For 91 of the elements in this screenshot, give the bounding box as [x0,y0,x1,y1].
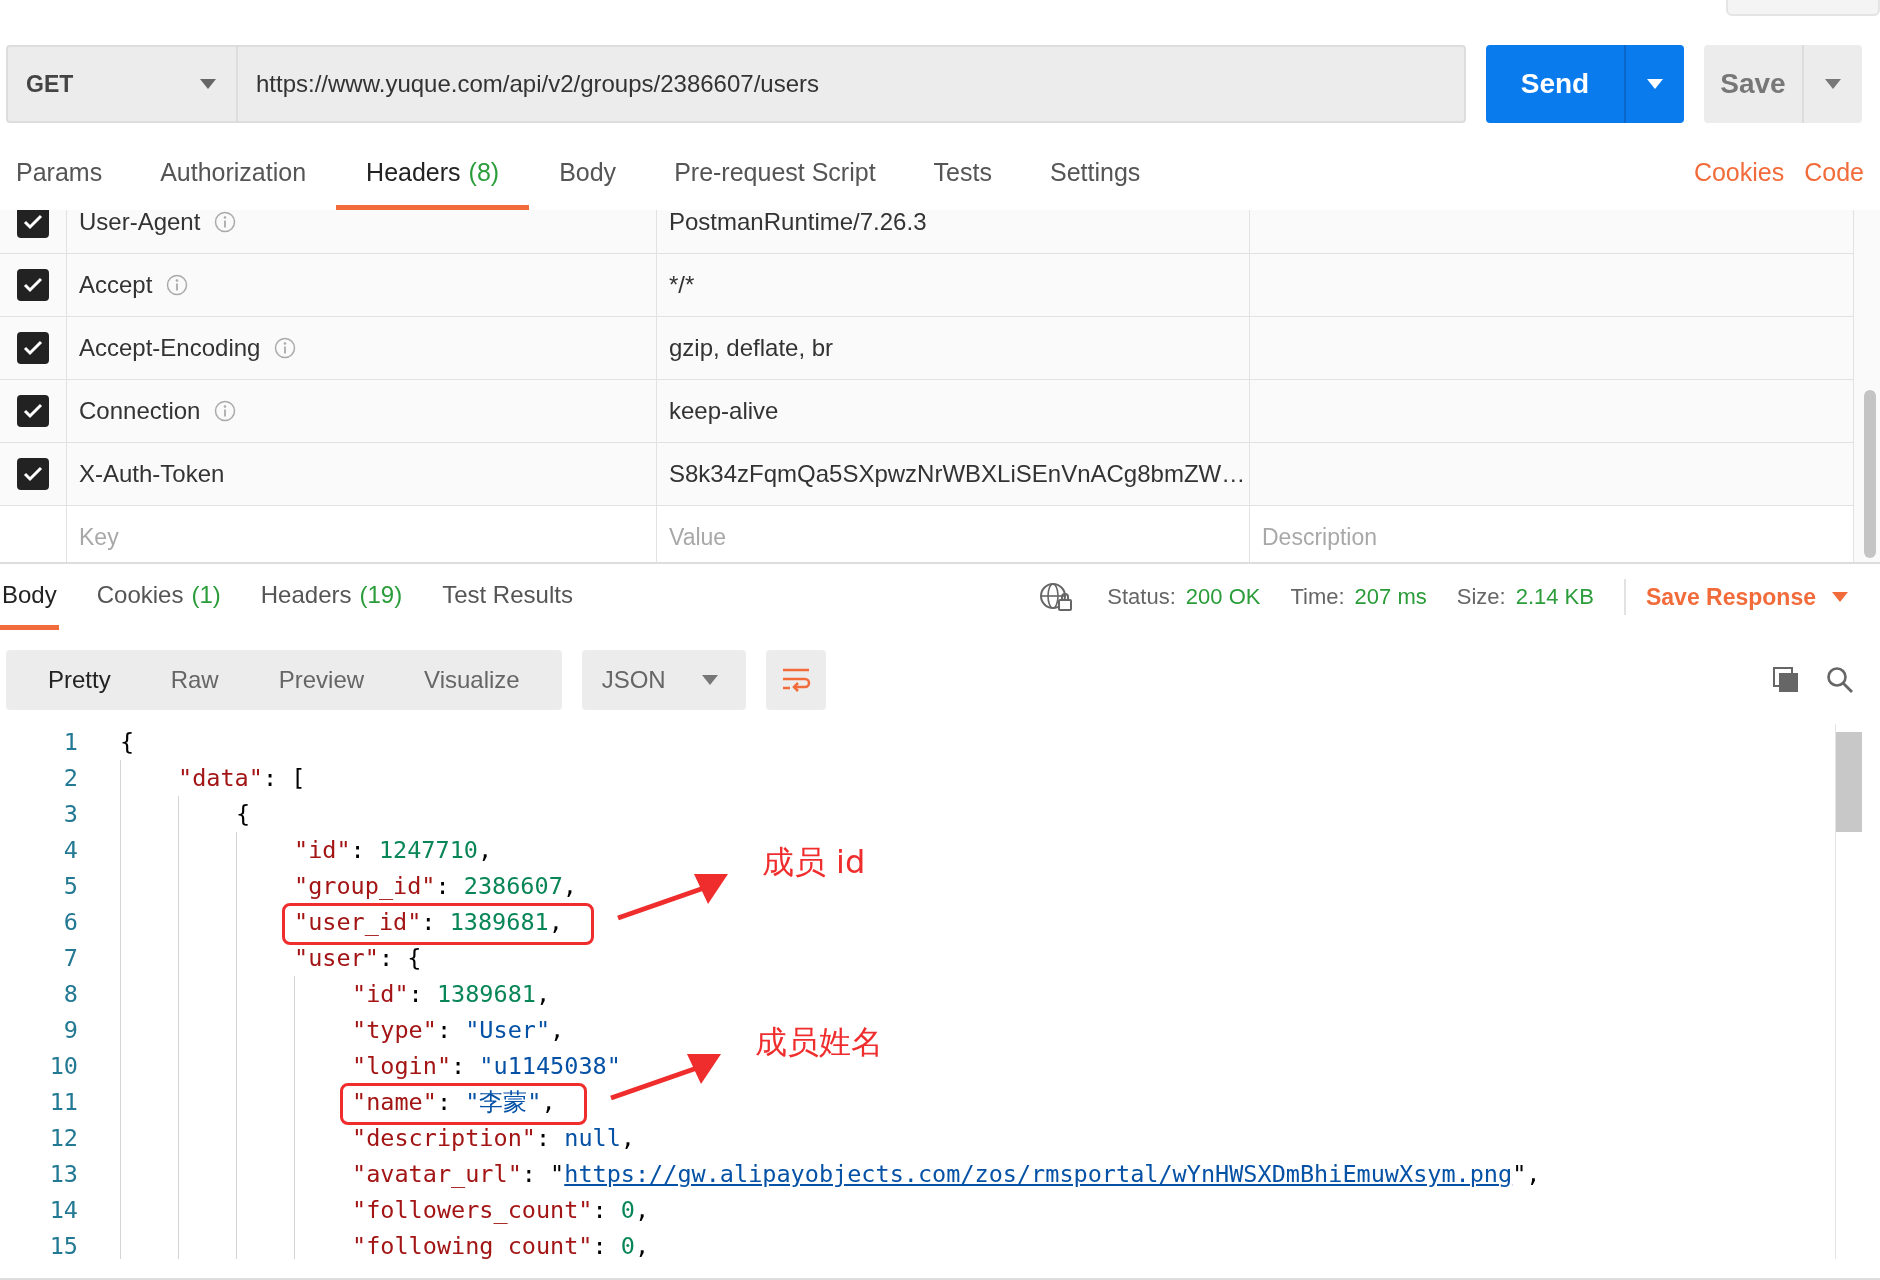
view-mode-tab[interactable]: Raw [140,650,249,710]
line-number: 8 [62,979,78,1010]
key-field[interactable]: Key [79,523,599,551]
request-tab[interactable]: Settings [1049,123,1141,210]
scrollbar-track[interactable] [1835,724,1862,1259]
copy-icon[interactable] [1772,666,1800,694]
checkbox[interactable] [17,269,49,301]
line-number: 6 [62,907,78,938]
check-icon [23,214,43,230]
info-icon[interactable] [274,337,297,359]
format-dropdown[interactable]: JSON [581,650,746,710]
code-line: "id": 1389681, [352,979,551,1010]
code-line: "login": "u1145038" [352,1051,621,1082]
checkbox[interactable] [17,332,49,364]
header-value: */* [669,271,695,299]
code-line: "id": 1247710, [294,835,493,866]
wrap-button[interactable] [765,650,826,710]
header-value: S8k34zFqmQa5SXpwzNrWBXLiSEnVnACg8bmZW… [669,460,1246,488]
header-value: PostmanRuntime/7.26.3 [669,210,927,236]
scrollbar[interactable] [1864,390,1876,558]
status-label: Status: [1107,584,1176,610]
wrap-lines-icon [780,667,811,693]
response-tab[interactable]: Test Results [440,564,575,630]
line-number: 11 [48,1087,78,1118]
scrollbar-thumb[interactable] [1836,732,1862,832]
checkbox[interactable] [17,395,49,427]
header-key: X-Auth-Token [79,460,225,488]
checkbox[interactable] [17,210,49,238]
code-line: "type": "User", [352,1015,565,1046]
caret-icon [701,675,718,685]
line-number: 5 [62,871,78,902]
check-icon [23,277,43,293]
check-icon [23,340,43,356]
check-icon [23,403,43,419]
line-number: 9 [62,1015,78,1046]
line-number: 13 [48,1159,78,1190]
caret-icon [1832,592,1848,602]
request-tab[interactable]: Authorization [160,123,307,210]
search-icon[interactable] [1826,666,1854,694]
value-field[interactable]: Value [669,523,1191,551]
request-tab[interactable]: Body [559,123,617,210]
code-line: "group_id": 2386607, [294,871,577,902]
time-value: 207 ms [1354,584,1427,610]
view-mode-tab[interactable]: Preview [248,650,395,710]
code-line: "description": null, [352,1123,635,1154]
checkbox[interactable] [17,458,49,490]
line-number: 7 [62,943,78,974]
header-key: Accept-Encoding [79,334,261,362]
response-tab[interactable]: Cookies (1) [94,564,223,630]
line-number: 14 [48,1195,78,1226]
line-number: 12 [48,1123,78,1154]
code-line: "user": { [294,943,422,974]
size-label: Size: [1456,584,1506,610]
header-key: Accept [79,271,153,299]
info-icon[interactable] [214,211,237,233]
line-number: 2 [62,763,78,794]
time-label: Time: [1290,584,1345,610]
header-value: gzip, deflate, br [669,334,834,362]
code-line: "avatar_url": "https://gw.alipayobjects.com/zos/rmsportal/wYnHWSXDmBhiEmuwXsym.png", [352,1159,1541,1190]
info-icon[interactable] [166,274,189,296]
description-field[interactable]: Description [1262,523,1794,551]
header-key: Connection [79,397,201,425]
line-number: 15 [48,1231,78,1259]
caret-icon [1647,79,1663,89]
line-number: 10 [48,1051,78,1082]
header-value: keep-alive [669,397,779,425]
size-value: 2.14 KB [1515,584,1594,610]
response-tab[interactable]: Body [0,564,59,630]
request-tab[interactable]: Params [16,123,103,210]
view-mode-tab[interactable]: Pretty [18,650,141,710]
code-line: "followers_count": 0, [352,1195,650,1226]
code-line: "following_count": 0, [352,1231,650,1259]
check-icon [23,466,43,482]
line-number: 1 [62,727,78,758]
line-number: 4 [62,835,78,866]
request-tab[interactable]: Tests [933,123,992,210]
code-line: "data": [ [178,763,306,794]
toggle-control[interactable] [1726,0,1880,16]
status-value: 200 OK [1185,584,1261,610]
annotation-label: 成员姓名 [754,1024,883,1060]
header-key: User-Agent [79,210,201,236]
line-number: 3 [62,799,78,830]
code-line: { [236,799,251,830]
globe-lock-icon[interactable] [1039,582,1074,612]
info-icon[interactable] [214,400,237,422]
annotation-label: 成员 id [761,844,866,880]
caret-icon [1825,79,1841,89]
view-mode-tab[interactable]: Visualize [394,650,550,710]
response-tab[interactable]: Headers (19) [258,564,405,630]
code-line: { [120,727,135,758]
request-tab[interactable]: Pre-request Script [674,123,876,210]
